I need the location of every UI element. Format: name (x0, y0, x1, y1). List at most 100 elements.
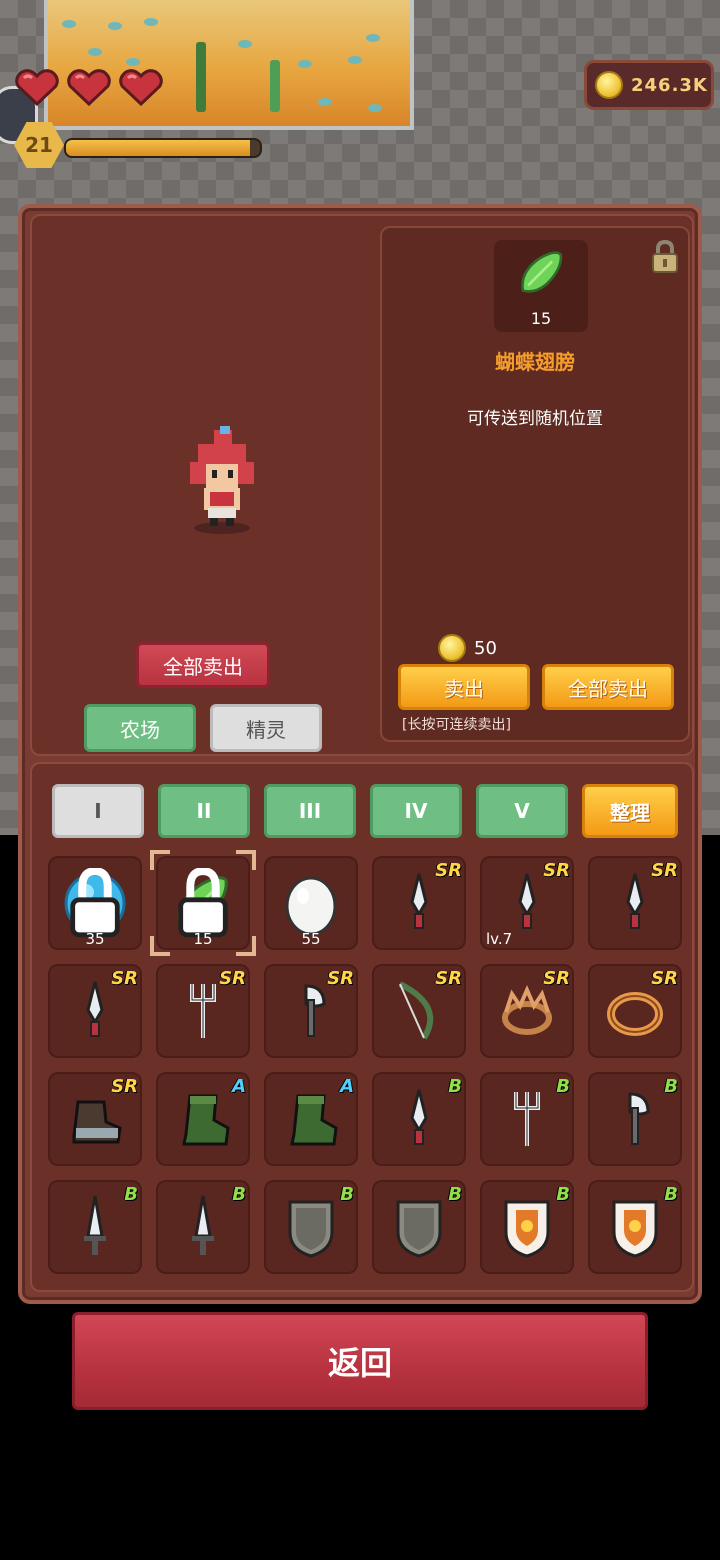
inventory-slot[interactable]: 55 (264, 856, 358, 950)
inventory-slot[interactable]: SR (48, 964, 142, 1058)
rarity-badge: B (556, 1184, 570, 1205)
rarity-badge: SR (327, 968, 354, 989)
rarity-badge: SR (651, 860, 678, 881)
tab-page-5[interactable]: V (476, 784, 568, 838)
fish-icon (318, 98, 332, 106)
rarity-badge: SR (543, 968, 570, 989)
gold-coin-icon (595, 71, 623, 99)
butterfly-wing-icon (521, 251, 563, 293)
inventory-slot[interactable]: SR (264, 964, 358, 1058)
health-hearts (14, 68, 164, 106)
xp-bar-fill (66, 140, 251, 156)
item-description: 可传送到随机位置 (467, 409, 603, 429)
item-quantity: 15 (193, 930, 213, 948)
item-price: 50 (438, 634, 497, 662)
rarity-badge: B (448, 1184, 462, 1205)
inventory-slot[interactable]: B (372, 1180, 466, 1274)
rarity-badge: B (340, 1184, 354, 1205)
rarity-badge: B (124, 1184, 138, 1205)
inventory-slot[interactable]: B (48, 1180, 142, 1274)
inventory-slot[interactable]: SR (372, 964, 466, 1058)
inventory-slot[interactable]: B (480, 1072, 574, 1166)
seaweed-icon (270, 60, 280, 112)
rarity-badge: B (232, 1184, 246, 1205)
rarity-badge: B (664, 1076, 678, 1097)
lock-icon[interactable] (650, 240, 680, 274)
item-level: lv.7 (486, 930, 513, 948)
inventory-slot[interactable]: B (588, 1180, 682, 1274)
lock-icon (70, 868, 120, 938)
back-button[interactable]: 返回 (72, 1312, 648, 1410)
heart-icon (14, 68, 60, 106)
fish-icon (238, 40, 252, 48)
selection-corner (150, 850, 170, 870)
fish-icon (366, 34, 380, 42)
gold-coin-icon (438, 634, 466, 662)
inventory-slot[interactable]: SR (588, 856, 682, 950)
rarity-badge: SR (219, 968, 246, 989)
inventory-slot[interactable]: 15 (150, 850, 256, 956)
tab-page-4[interactable]: IV (370, 784, 462, 838)
inventory-slot[interactable]: B (372, 1072, 466, 1166)
inventory-slot[interactable]: A (156, 1072, 250, 1166)
inventory-slot[interactable]: SR (372, 856, 466, 950)
item-quantity: 55 (301, 930, 321, 948)
tab-farm[interactable]: 农场 (84, 704, 196, 752)
inventory-slot[interactable]: SR (588, 964, 682, 1058)
sort-button[interactable]: 整理 (582, 784, 678, 838)
inventory-slot[interactable]: SR lv.7 (480, 856, 574, 950)
green-boot-icon (182, 1094, 230, 1146)
inventory-slot[interactable]: B (264, 1180, 358, 1274)
inventory-slot[interactable]: B (480, 1180, 574, 1274)
inventory-panel: 全部卖出 农场 精灵 15 蝴蝶翅膀 可传送到随机位置 50 卖出 全部卖出 [… (18, 204, 702, 1304)
aquarium-tank (44, 0, 414, 130)
sell-all-button[interactable]: 全部卖出 (136, 642, 270, 688)
sell-all-item-button[interactable]: 全部卖出 (542, 664, 674, 710)
item-price-value: 50 (474, 637, 497, 659)
sell-hint: [长按可连续卖出] (402, 717, 511, 733)
inventory-slot[interactable]: A (264, 1072, 358, 1166)
rarity-badge: SR (651, 968, 678, 989)
fish-icon (108, 22, 122, 30)
rarity-badge: B (556, 1076, 570, 1097)
sword-icon (192, 1195, 214, 1255)
inventory-slot[interactable]: SR (48, 1072, 142, 1166)
fish-icon (298, 60, 312, 68)
rarity-badge: A (340, 1076, 354, 1097)
heart-icon (118, 68, 164, 106)
character-section: 全部卖出 农场 精灵 15 蝴蝶翅膀 可传送到随机位置 50 卖出 全部卖出 [… (30, 214, 694, 756)
selected-item-box: 15 (494, 240, 588, 332)
axe-icon (628, 1092, 650, 1145)
trident-icon (514, 1092, 540, 1146)
coin-counter: 246.3K (584, 60, 714, 110)
selected-item-qty: 15 (530, 309, 552, 328)
rarity-badge: A (232, 1076, 246, 1097)
inventory-slot[interactable]: 35 (48, 856, 142, 950)
tab-page-3[interactable]: III (264, 784, 356, 838)
coin-amount: 246.3K (631, 74, 708, 96)
rarity-badge: SR (435, 860, 462, 881)
rarity-badge: B (664, 1184, 678, 1205)
inventory-section: I II III IV V 整理 35 15 55 SR SR lv.7 SR SR SR SR S… (30, 762, 694, 1292)
inventory-slot[interactable]: SR (156, 964, 250, 1058)
inventory-grid: 35 15 55 SR SR lv.7 SR SR SR SR SR SR SR SR A A B B B B B B B B… (48, 850, 682, 1274)
fish-icon (62, 20, 76, 28)
fish-icon (126, 58, 140, 66)
fire-shield-icon (504, 1200, 550, 1258)
inventory-slot[interactable]: B (588, 1072, 682, 1166)
lock-icon (178, 868, 228, 938)
rarity-badge: B (448, 1076, 462, 1097)
fish-icon (348, 56, 362, 64)
rarity-badge: SR (543, 860, 570, 881)
rarity-badge: SR (435, 968, 462, 989)
inventory-slot[interactable]: SR (480, 964, 574, 1058)
tab-spirit[interactable]: 精灵 (210, 704, 322, 752)
tab-page-1[interactable]: I (52, 784, 144, 838)
green-boot-icon (290, 1094, 338, 1146)
tab-page-2[interactable]: II (158, 784, 250, 838)
sell-button[interactable]: 卖出 (398, 664, 530, 710)
selection-corner (236, 850, 256, 870)
fish-icon (368, 104, 382, 112)
sword-icon (84, 1195, 106, 1255)
inventory-slot[interactable]: B (156, 1180, 250, 1274)
